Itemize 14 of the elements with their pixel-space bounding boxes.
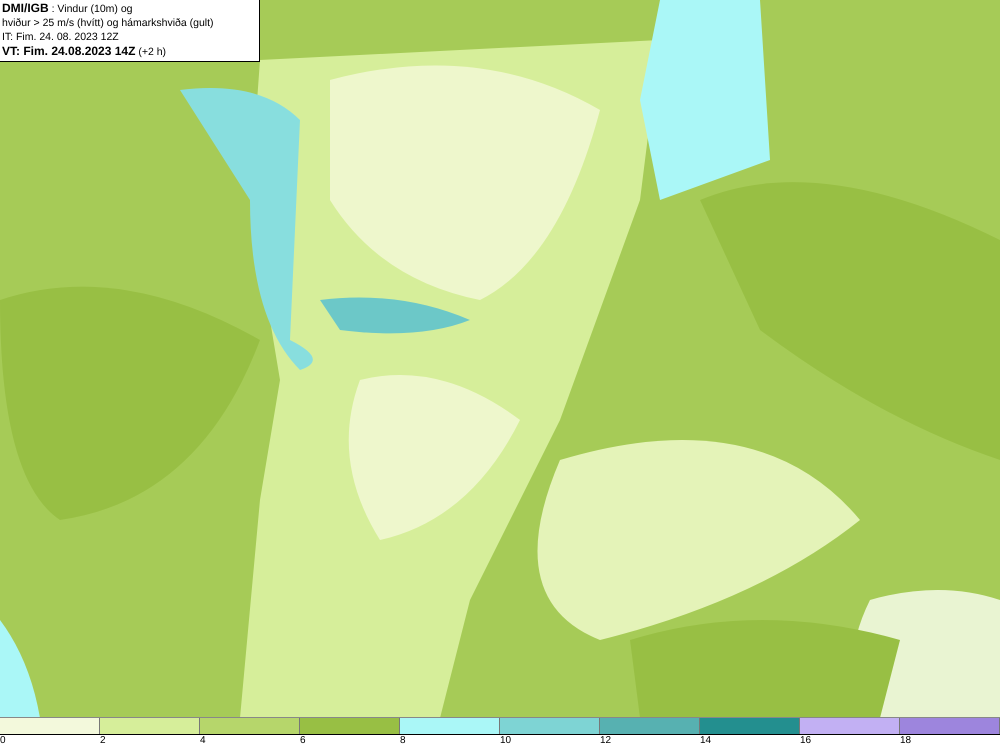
legend-label: 14 [700,735,712,747]
legend-label: 18 [900,735,912,747]
legend-label: 0 [0,735,6,747]
title-line: hviður > 25 m/s (hvítt) og hámarkshviða (gult) [2,16,215,30]
legend-label: 6 [300,735,306,747]
title-line: IT: Fim. 24. 08. 2023 12Z [2,30,120,44]
legend-label: 12 [600,735,612,747]
title-line: DMI/IGB : Vindur (10m) og [2,1,134,16]
legend-label: 2 [100,735,106,747]
legend-label: 10 [500,735,512,747]
legend-label: 4 [200,735,206,747]
legend-label: 8 [400,735,406,747]
legend-label: 16 [800,735,812,747]
title-line: VT: Fim. 24.08.2023 14Z (+2 h) [2,44,168,59]
